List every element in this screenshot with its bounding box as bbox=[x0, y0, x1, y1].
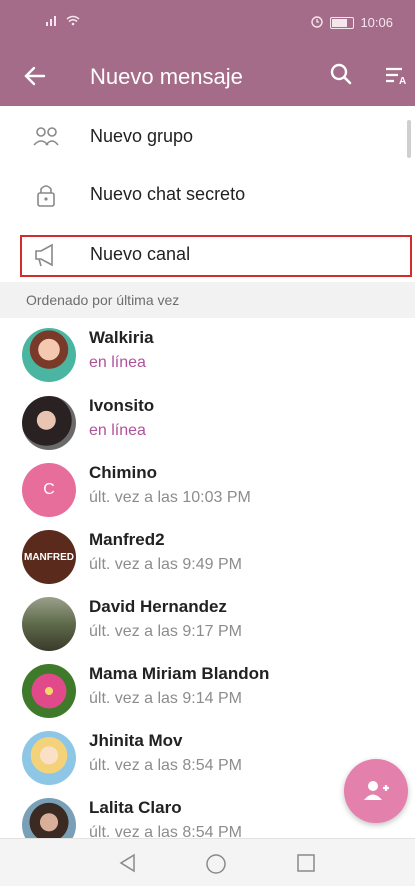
contact-status: últ. vez a las 8:54 PM bbox=[89, 757, 242, 774]
nav-recents-icon[interactable] bbox=[296, 853, 316, 878]
contact-name: Walkiria bbox=[89, 328, 154, 347]
contact-name: Ivonsito bbox=[89, 396, 155, 415]
contact-row[interactable]: David Hernandez últ. vez a las 9:17 PM bbox=[0, 591, 415, 658]
new-group-label: Nuevo grupo bbox=[90, 126, 194, 146]
signal-icon bbox=[46, 14, 60, 29]
contact-status: últ. vez a las 9:14 PM bbox=[89, 690, 242, 707]
contact-name: Lalita Claro bbox=[89, 798, 182, 817]
contact-row[interactable]: MANFRED Manfred2 últ. vez a las 9:49 PM bbox=[0, 524, 415, 591]
new-secret-chat-item[interactable]: Nuevo chat secreto bbox=[0, 166, 415, 224]
alarm-icon bbox=[310, 14, 324, 31]
avatar bbox=[22, 597, 76, 651]
contact-row[interactable]: Mama Miriam Blandon últ. vez a las 9:14 … bbox=[0, 658, 415, 725]
svg-text:A: A bbox=[399, 76, 406, 86]
contact-name: Chimino bbox=[89, 463, 157, 482]
contact-status: últ. vez a las 10:03 PM bbox=[89, 489, 251, 506]
group-icon bbox=[32, 123, 60, 151]
navigation-bar bbox=[0, 838, 415, 886]
contact-name: Manfred2 bbox=[89, 530, 165, 549]
new-secret-chat-label: Nuevo chat secreto bbox=[90, 184, 246, 204]
contact-status: últ. vez a las 9:17 PM bbox=[89, 623, 242, 640]
contact-status: en línea bbox=[89, 422, 146, 439]
avatar-text: MANFRED bbox=[24, 551, 74, 563]
status-right: 10:06 bbox=[310, 14, 393, 31]
highlight-box bbox=[20, 235, 412, 277]
avatar: MANFRED bbox=[22, 530, 76, 584]
contact-row[interactable]: Walkiria en línea bbox=[0, 322, 415, 389]
nav-home-icon[interactable] bbox=[205, 853, 227, 880]
avatar-letter: C bbox=[43, 481, 55, 498]
status-bar: 10:06 bbox=[0, 0, 415, 48]
section-header-label: Ordenado por última vez bbox=[26, 292, 180, 308]
contact-name: Mama Miriam Blandon bbox=[89, 664, 270, 683]
avatar: C bbox=[22, 463, 76, 517]
contact-status: últ. vez a las 9:49 PM bbox=[89, 556, 242, 573]
status-time: 10:06 bbox=[360, 15, 393, 30]
add-contact-button[interactable] bbox=[344, 759, 408, 823]
add-person-icon bbox=[364, 781, 389, 800]
lock-icon bbox=[32, 181, 60, 209]
contact-name: David Hernandez bbox=[89, 597, 227, 616]
back-arrow-icon[interactable] bbox=[24, 61, 46, 93]
page-title: Nuevo mensaje bbox=[90, 64, 243, 89]
wifi-icon bbox=[66, 14, 80, 29]
avatar bbox=[22, 664, 76, 718]
nav-back-icon[interactable] bbox=[118, 853, 136, 878]
contact-name: Jhinita Mov bbox=[89, 731, 183, 750]
battery-icon bbox=[330, 16, 355, 29]
avatar bbox=[22, 396, 76, 450]
app-bar: Nuevo mensaje A bbox=[0, 48, 415, 106]
contact-status: en línea bbox=[89, 354, 146, 371]
avatar bbox=[22, 328, 76, 382]
status-left bbox=[46, 14, 80, 29]
sort-icon[interactable]: A bbox=[384, 64, 410, 91]
contact-row[interactable]: Ivonsito en línea bbox=[0, 390, 415, 457]
search-icon[interactable] bbox=[329, 62, 353, 91]
section-header: Ordenado por última vez bbox=[0, 282, 415, 318]
avatar bbox=[22, 731, 76, 785]
contact-row[interactable]: C Chimino últ. vez a las 10:03 PM bbox=[0, 457, 415, 524]
new-group-item[interactable]: Nuevo grupo bbox=[0, 108, 415, 166]
